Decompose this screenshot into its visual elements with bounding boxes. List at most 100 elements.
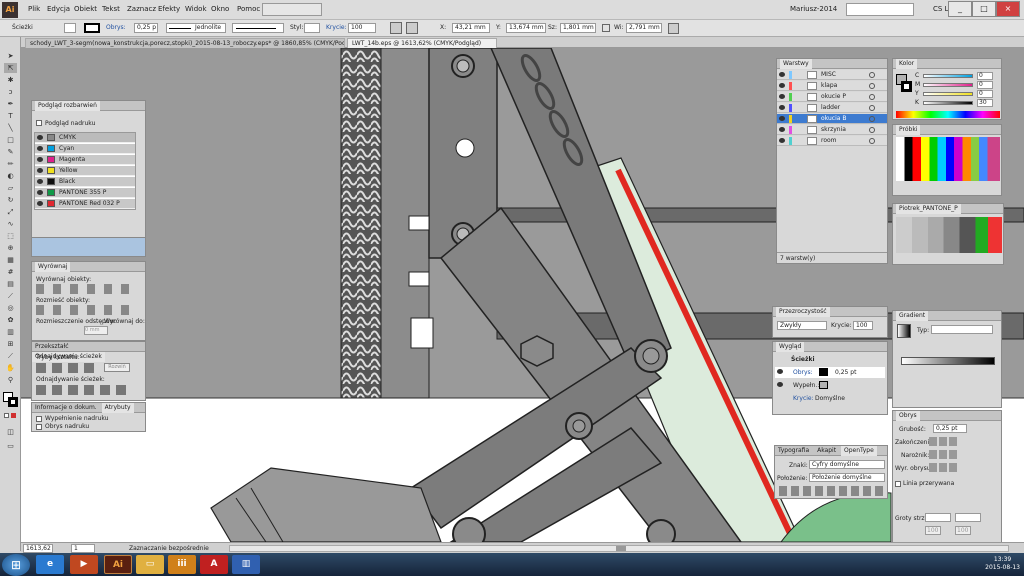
layer-row[interactable]: okucie P bbox=[777, 92, 887, 102]
separation-row[interactable]: Magenta bbox=[35, 155, 135, 165]
illustrator-icon[interactable]: Ai bbox=[104, 555, 132, 574]
gradient-type-select[interactable] bbox=[931, 325, 993, 334]
separation-row[interactable]: PANTONE Red 032 P bbox=[35, 199, 135, 209]
cap-buttons[interactable] bbox=[929, 437, 959, 446]
target-icon[interactable] bbox=[869, 138, 875, 144]
distribute-buttons[interactable] bbox=[36, 305, 136, 315]
appearance-title[interactable]: Wygląd bbox=[776, 342, 805, 352]
menu-type[interactable]: Tekst bbox=[102, 5, 120, 13]
visibility-eye-icon[interactable] bbox=[779, 105, 785, 110]
tab-opentype[interactable]: OpenType bbox=[841, 446, 877, 456]
dashed-checkbox[interactable] bbox=[895, 481, 901, 487]
visibility-eye-icon[interactable] bbox=[779, 116, 785, 121]
page-input[interactable]: 1 bbox=[71, 544, 95, 553]
separation-row[interactable]: CMYK bbox=[35, 133, 135, 143]
align-buttons[interactable] bbox=[36, 284, 136, 294]
type-tool-icon[interactable]: T bbox=[4, 111, 17, 121]
direct-selection-tool-icon[interactable]: ⇱ bbox=[4, 63, 17, 73]
layer-row[interactable]: ladder bbox=[777, 103, 887, 113]
style-picker[interactable] bbox=[304, 23, 320, 33]
menu-effects[interactable]: Efekty bbox=[158, 5, 180, 13]
transform-icon[interactable] bbox=[668, 23, 679, 34]
close-button[interactable]: × bbox=[996, 1, 1020, 17]
gradient-tool-icon[interactable]: ▤ bbox=[4, 279, 17, 289]
tab-typography[interactable]: Typografia bbox=[775, 446, 812, 456]
target-icon[interactable] bbox=[869, 105, 875, 111]
gradient-preview[interactable] bbox=[897, 324, 911, 338]
visibility-eye-icon[interactable] bbox=[37, 179, 43, 184]
arrow-start-select[interactable] bbox=[925, 513, 951, 522]
tab-attributes[interactable]: Atrybuty bbox=[101, 403, 134, 413]
layer-row[interactable]: room bbox=[777, 136, 887, 146]
mesh-tool-icon[interactable]: # bbox=[4, 267, 17, 277]
menu-help[interactable]: Pomoc bbox=[237, 5, 260, 13]
stroke-color-icon[interactable] bbox=[8, 397, 18, 407]
layer-name[interactable]: MISC bbox=[821, 70, 836, 80]
brush-definition[interactable] bbox=[232, 23, 284, 33]
opacity-label[interactable]: Krycie: bbox=[326, 24, 347, 31]
shape-builder-icon[interactable]: ⊕ bbox=[4, 243, 17, 253]
screen-mode-icon[interactable]: ▭ bbox=[4, 441, 17, 451]
opacity-input[interactable]: 100 bbox=[348, 23, 376, 33]
line-tool-icon[interactable]: ╲ bbox=[4, 123, 17, 133]
stroke-weight-field[interactable]: 0,25 pt bbox=[933, 424, 967, 433]
separation-row[interactable]: Cyan bbox=[35, 144, 135, 154]
transparency-opacity-input[interactable]: 100 bbox=[853, 321, 873, 330]
magic-wand-icon[interactable]: ✱ bbox=[4, 75, 17, 85]
swatch-grid[interactable] bbox=[896, 137, 1000, 181]
brush-tool-icon[interactable]: ✎ bbox=[4, 147, 17, 157]
blend-tool-icon[interactable]: ◎ bbox=[4, 303, 17, 313]
opentype-buttons[interactable] bbox=[779, 486, 883, 496]
stroke-profile[interactable]: Jednolite bbox=[166, 23, 226, 33]
stroke-title[interactable]: Obrys bbox=[896, 411, 920, 421]
appearance-stroke-swatch[interactable] bbox=[819, 368, 828, 376]
layer-name[interactable]: okucie P bbox=[821, 92, 846, 102]
app-icon[interactable]: iii bbox=[168, 555, 196, 574]
gradient-slider[interactable] bbox=[901, 357, 995, 365]
rectangle-tool-icon[interactable]: □ bbox=[4, 135, 17, 145]
visibility-eye-icon[interactable] bbox=[37, 135, 43, 140]
layer-row[interactable]: klapa bbox=[777, 81, 887, 91]
bridge-buttons[interactable] bbox=[262, 3, 322, 16]
layers-title[interactable]: Warstwy bbox=[780, 59, 812, 69]
pantone-title[interactable]: Piotrek_PANTONE_P bbox=[896, 204, 961, 214]
visibility-eye-icon[interactable] bbox=[779, 138, 785, 143]
menu-object[interactable]: Obiekt bbox=[74, 5, 97, 13]
separation-row[interactable]: PANTONE 355 P bbox=[35, 188, 135, 198]
arrow-scale-b[interactable]: 100 bbox=[955, 526, 971, 535]
target-icon[interactable] bbox=[869, 72, 875, 78]
eraser-tool-icon[interactable]: ▱ bbox=[4, 183, 17, 193]
corner-buttons[interactable] bbox=[929, 450, 959, 459]
appearance-fill-row[interactable]: Wypełn.: bbox=[775, 380, 885, 391]
visibility-eye-icon[interactable] bbox=[37, 157, 43, 162]
acrobat-icon[interactable]: A bbox=[200, 555, 228, 574]
stroke-swatch[interactable] bbox=[84, 23, 100, 33]
arrow-end-select[interactable] bbox=[955, 513, 981, 522]
target-icon[interactable] bbox=[869, 83, 875, 89]
color-title[interactable]: Kolor bbox=[896, 59, 918, 69]
align-icon[interactable] bbox=[406, 22, 418, 34]
eyedropper-icon[interactable]: ⟋ bbox=[4, 291, 17, 301]
target-icon[interactable] bbox=[869, 116, 875, 122]
x-input[interactable]: 43,21 mm bbox=[452, 23, 490, 33]
media-player-icon[interactable]: ▶ bbox=[70, 555, 98, 574]
stroke-weight-input[interactable]: 0,25 p bbox=[134, 23, 158, 33]
channel-slider[interactable] bbox=[923, 74, 973, 78]
minimize-button[interactable]: _ bbox=[948, 1, 972, 17]
zoom-tool-icon[interactable]: ⚲ bbox=[4, 375, 17, 385]
artboard-tool-icon[interactable]: ⊞ bbox=[4, 339, 17, 349]
separations-title[interactable]: Podgląd rozbarwień bbox=[35, 101, 100, 111]
menu-window[interactable]: Okno bbox=[211, 5, 229, 13]
target-icon[interactable] bbox=[869, 94, 875, 100]
color-stroke-icon[interactable] bbox=[901, 81, 912, 92]
recolor-icon[interactable] bbox=[390, 22, 402, 34]
link-icon[interactable] bbox=[602, 24, 610, 32]
lasso-icon[interactable]: ↄ bbox=[4, 87, 17, 97]
utility-icon[interactable]: ▥ bbox=[232, 555, 260, 574]
tab-transform[interactable]: Przekształć bbox=[32, 342, 72, 352]
workspace-switcher[interactable]: Mariusz-2014 bbox=[790, 5, 837, 13]
graph-tool-icon[interactable]: ▥ bbox=[4, 327, 17, 337]
appearance-stroke-label[interactable]: Obrys: bbox=[793, 369, 813, 376]
appearance-opacity-label[interactable]: Krycie: bbox=[793, 395, 814, 402]
visibility-eye-icon[interactable] bbox=[37, 168, 43, 173]
